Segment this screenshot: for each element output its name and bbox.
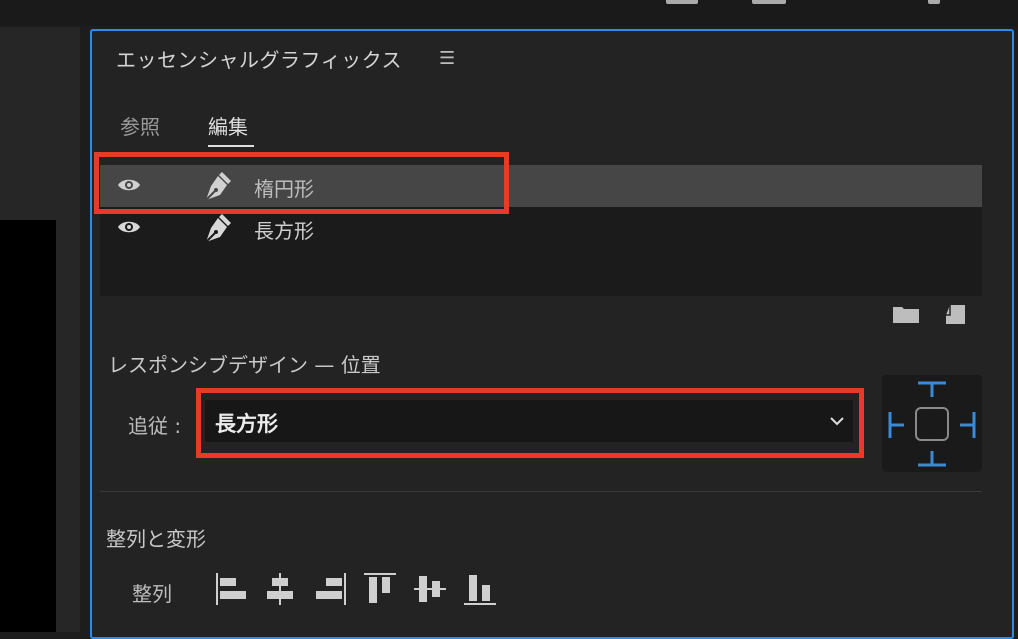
panel-title: エッセンシャルグラフィックス bbox=[116, 48, 402, 72]
follow-dropdown[interactable]: 長方形 bbox=[205, 400, 853, 442]
layer-row-ellipse[interactable]: 楕円形 bbox=[100, 165, 982, 207]
toolbar-icon[interactable] bbox=[666, 0, 698, 4]
program-monitor-edge bbox=[0, 220, 56, 632]
pen-icon bbox=[205, 214, 231, 243]
layer-list: 楕円形 長方形 bbox=[100, 165, 982, 296]
pin-right-icon bbox=[960, 412, 976, 438]
align-bottom-icon[interactable] bbox=[462, 571, 498, 607]
folder-icon[interactable] bbox=[892, 304, 920, 324]
panel-menu-icon[interactable]: ☰ bbox=[439, 48, 455, 69]
section-divider bbox=[100, 491, 982, 492]
align-center-vertical-icon[interactable] bbox=[412, 571, 448, 607]
chevron-down-icon bbox=[830, 417, 844, 426]
pin-bottom-icon bbox=[918, 451, 946, 467]
eye-icon[interactable] bbox=[117, 177, 141, 193]
follow-dropdown-value: 長方形 bbox=[215, 412, 278, 436]
responsive-design-heading: レスポンシブデザイン — 位置 bbox=[108, 353, 381, 377]
new-item-icon[interactable] bbox=[944, 303, 966, 325]
align-center-horizontal-icon[interactable] bbox=[262, 571, 298, 607]
align-top-icon[interactable] bbox=[362, 571, 398, 607]
tab-edit[interactable]: 編集 bbox=[208, 111, 248, 140]
toolbar-icon[interactable] bbox=[928, 0, 940, 4]
align-right-icon[interactable] bbox=[312, 571, 348, 607]
top-toolbar bbox=[0, 0, 1018, 26]
active-tab-indicator bbox=[208, 145, 254, 147]
layer-label: 楕円形 bbox=[254, 177, 314, 201]
eye-icon[interactable] bbox=[117, 219, 141, 235]
align-left-icon[interactable] bbox=[214, 571, 250, 607]
pin-top-icon bbox=[918, 381, 946, 397]
pen-icon bbox=[205, 172, 231, 201]
tab-browse[interactable]: 参照 bbox=[120, 111, 160, 140]
layer-label: 長方形 bbox=[254, 219, 314, 243]
essential-graphics-panel: エッセンシャルグラフィックス ☰ 参照 編集 楕円形 長方形 レスポンシブデザイ… bbox=[90, 29, 1014, 639]
follow-label: 追従 : bbox=[128, 414, 182, 438]
align-transform-heading: 整列と変形 bbox=[106, 527, 206, 551]
align-label: 整列 bbox=[132, 582, 172, 606]
layer-row-rectangle[interactable]: 長方形 bbox=[100, 207, 982, 249]
pin-to-edges-widget[interactable] bbox=[882, 375, 982, 472]
toolbar-icon[interactable] bbox=[752, 0, 786, 4]
pin-left-icon bbox=[888, 412, 904, 438]
